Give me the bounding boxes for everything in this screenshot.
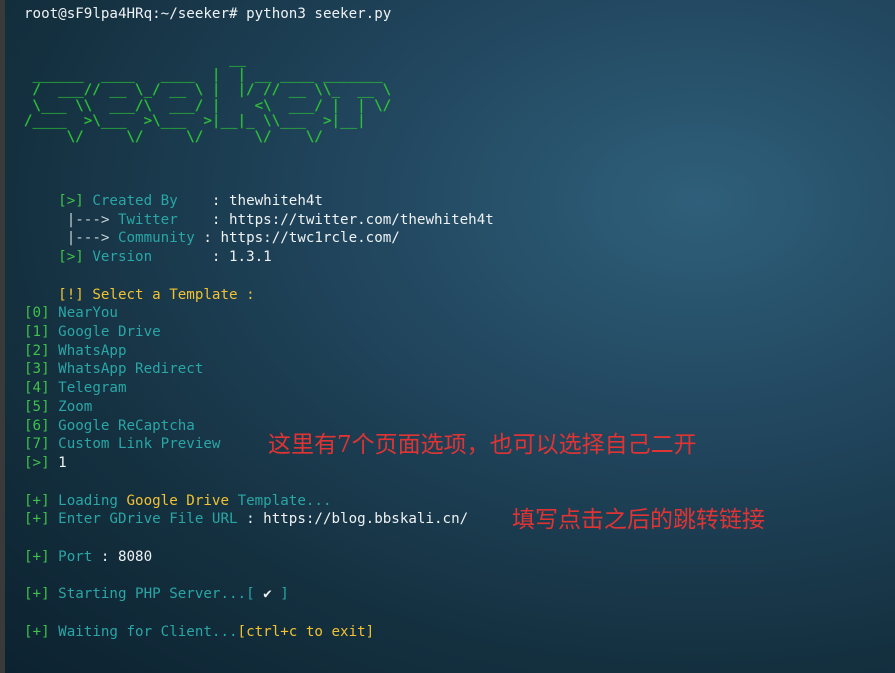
info-separator: : [237, 511, 264, 527]
enter-url-line[interactable]: [+] Enter GDrive File URL : https://blog… [24, 510, 468, 529]
line-prefix: [>] [24, 455, 50, 471]
port-value: 8080 [117, 549, 153, 565]
enter-url-label: Enter GDrive File URL [58, 511, 238, 527]
port-line: [+] Port : 8080 [24, 548, 152, 567]
line-prefix: [+] [24, 493, 50, 509]
option-name: Google ReCaptcha [58, 418, 195, 434]
option-index: [1] [24, 324, 50, 340]
template-option: [5] Zoom [24, 398, 92, 417]
option-name: Google Drive [58, 324, 161, 340]
version-label: Version [92, 248, 153, 265]
community-line: |---> Community : https://twc1rcle.com/ [24, 210, 400, 246]
check-icon: ✔ [263, 586, 272, 602]
loading-template-name: Google Drive [126, 493, 230, 509]
option-name: Zoom [58, 399, 93, 415]
select-template-line: [!] Select a Template : [24, 267, 254, 303]
waiting-client-line: [+] Waiting for Client...[ctrl+c to exit… [24, 623, 374, 642]
port-label: Port [58, 549, 93, 565]
starting-server-text: Starting PHP Server...[ [58, 586, 255, 602]
loading-template-line: [+] Loading Google Drive Template... [24, 492, 332, 511]
template-option: [1] Google Drive [24, 323, 161, 342]
line-prefix: [!] [58, 286, 84, 303]
option-index: [3] [24, 361, 50, 377]
exit-hint: [ctrl+c to exit] [237, 624, 375, 640]
twitter-line: |---> Twitter : https://twitter.com/thew… [24, 192, 494, 228]
version-line: [>] Version : 1.3.1 [24, 229, 272, 265]
option-index: [0] [24, 305, 50, 321]
version-value: 1.3.1 [229, 248, 272, 265]
line-prefix: [+] [24, 624, 50, 640]
terminal-output[interactable]: root@sF9lpa4HRq:~/seeker# python3 seeker… [24, 0, 890, 673]
line-prefix: [>] [58, 248, 84, 265]
choice-value: 1 [58, 455, 67, 471]
loading-text-suffix: Template... [237, 493, 332, 509]
option-index: [4] [24, 380, 50, 396]
template-option: [4] Telegram [24, 379, 127, 398]
info-separator: : [92, 549, 118, 565]
seeker-ascii-banner: __ ______ ____ ____ | | __ ____ _______ … [24, 51, 392, 145]
info-separator: : [203, 248, 230, 265]
window-left-edge [0, 0, 5, 673]
option-name: NearYou [58, 305, 118, 321]
option-index: [7] [24, 436, 50, 452]
option-name: WhatsApp [58, 343, 127, 359]
enter-url-value: https://blog.bbskali.cn/ [263, 511, 469, 527]
template-option: [3] WhatsApp Redirect [24, 360, 203, 379]
shell-prompt-line: root@sF9lpa4HRq:~/seeker# python3 seeker… [24, 6, 392, 22]
template-option: [6] Google ReCaptcha [24, 417, 195, 436]
line-prefix: [+] [24, 549, 50, 565]
line-prefix: [+] [24, 586, 50, 602]
template-option: [7] Custom Link Preview [24, 435, 220, 454]
option-index: [2] [24, 343, 50, 359]
choice-input-line[interactable]: [>] 1 [24, 454, 67, 473]
template-option: [0] NearYou [24, 304, 118, 323]
option-name: WhatsApp Redirect [58, 361, 204, 377]
loading-text: Loading [58, 493, 118, 509]
option-name: Custom Link Preview [58, 436, 221, 452]
bracket-close: ] [280, 586, 289, 602]
line-prefix: [+] [24, 511, 50, 527]
option-index: [5] [24, 399, 50, 415]
annotation-template-options: 这里有7个页面选项，也可以选择自己二开 [268, 432, 697, 458]
annotation-redirect-url: 填写点击之后的跳转链接 [512, 507, 765, 533]
starting-server-line: [+] Starting PHP Server...[ ✔ ] [24, 585, 289, 604]
select-template-label: Select a Template : [92, 286, 255, 303]
waiting-client-text: Waiting for Client... [58, 624, 238, 640]
template-option: [2] WhatsApp [24, 342, 127, 361]
created-by-line: [>] Created By : thewhiteh4t [24, 173, 323, 209]
option-index: [6] [24, 418, 50, 434]
option-name: Telegram [58, 380, 127, 396]
